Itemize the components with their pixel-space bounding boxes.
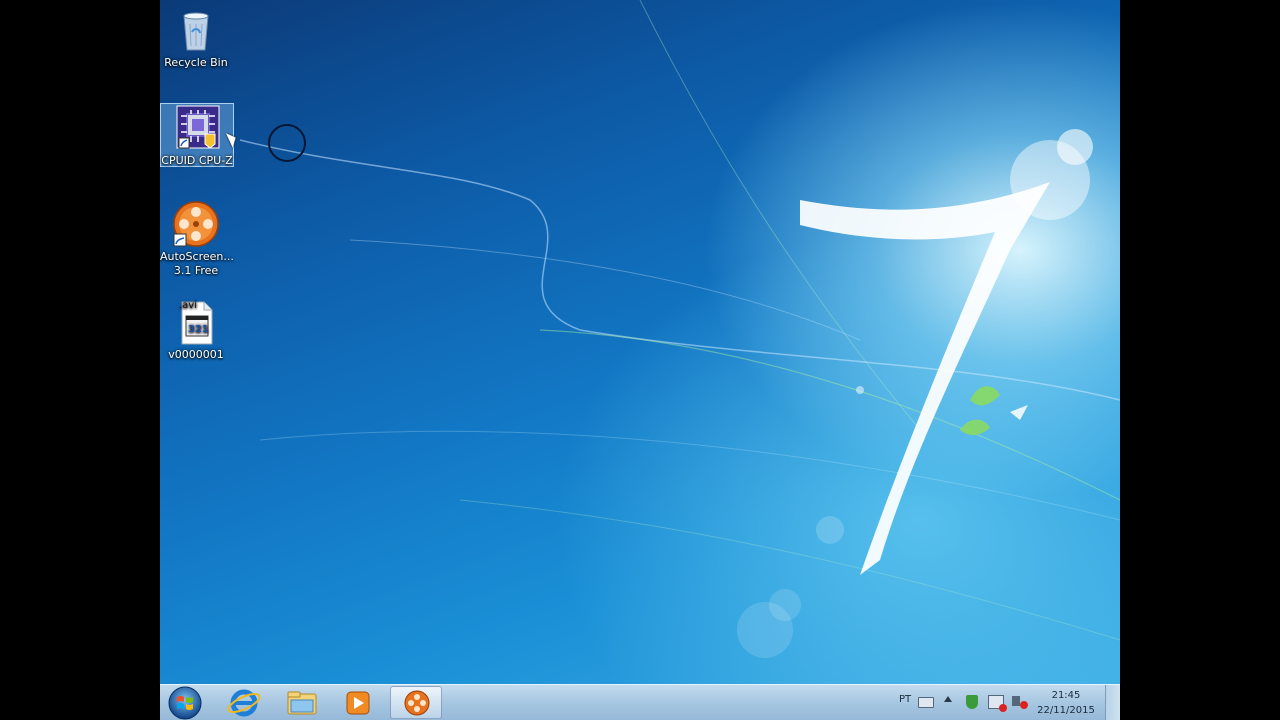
internet-explorer-icon	[227, 689, 261, 717]
taskbar: PT 21:45 22/11/2015	[160, 684, 1120, 720]
system-clock[interactable]: 21:45 22/11/2015	[1036, 688, 1096, 718]
media-badge-label: 321	[188, 324, 209, 335]
windows-explorer-icon	[287, 691, 317, 715]
desktop-icon-label: Recycle Bin	[164, 56, 228, 69]
desktop-icon-label-line1: AutoScreen...	[160, 250, 234, 263]
autoscreenrecorder-icon	[404, 690, 430, 716]
language-indicator[interactable]: PT	[899, 694, 911, 705]
file-extension-label: .avi	[179, 300, 197, 311]
desktop-icon-label: CPUID CPU-Z	[161, 154, 233, 167]
film-reel-icon	[172, 200, 220, 248]
keyboard-icon[interactable]	[918, 697, 934, 708]
wallpaper-art	[239, 0, 1120, 658]
taskbar-internet-explorer[interactable]	[218, 686, 270, 719]
desktop-screen: Recycle Bin CPUID CPU-Z AutoScreen... 3.…	[160, 0, 1120, 720]
desktop-icon-autoscreenrecorder[interactable]: AutoScreen... 3.1 Free	[160, 200, 234, 278]
network-icon[interactable]	[988, 695, 1007, 712]
recycle-bin-icon	[172, 6, 220, 54]
taskbar-media-player[interactable]	[332, 686, 384, 719]
desktop-icon-label: v0000001	[168, 348, 224, 361]
desktop-icon-label-line2: 3.1 Free	[173, 264, 219, 277]
clock-date: 22/11/2015	[1037, 705, 1095, 716]
start-button[interactable]	[166, 686, 204, 720]
avi-file-icon: .avi 321	[172, 298, 220, 346]
desktop-icon-cpu-z[interactable]: CPUID CPU-Z	[160, 103, 234, 167]
desktop-icon-avi-file[interactable]: .avi 321 v0000001	[160, 298, 232, 362]
windows-orb-icon	[168, 686, 202, 720]
taskbar-windows-explorer[interactable]	[276, 686, 328, 719]
clock-time: 21:45	[1051, 690, 1081, 701]
cpu-z-icon	[173, 104, 221, 152]
security-shield-icon[interactable]	[966, 695, 978, 709]
media-player-icon	[346, 691, 370, 715]
show-hidden-icons-icon[interactable]	[944, 696, 952, 702]
volume-muted-icon[interactable]	[1012, 696, 1028, 709]
show-desktop-button[interactable]	[1105, 685, 1120, 720]
taskbar-autoscreenrecorder[interactable]	[390, 686, 442, 719]
desktop-icon-recycle-bin[interactable]: Recycle Bin	[160, 6, 232, 70]
click-highlight-ring	[268, 124, 306, 162]
